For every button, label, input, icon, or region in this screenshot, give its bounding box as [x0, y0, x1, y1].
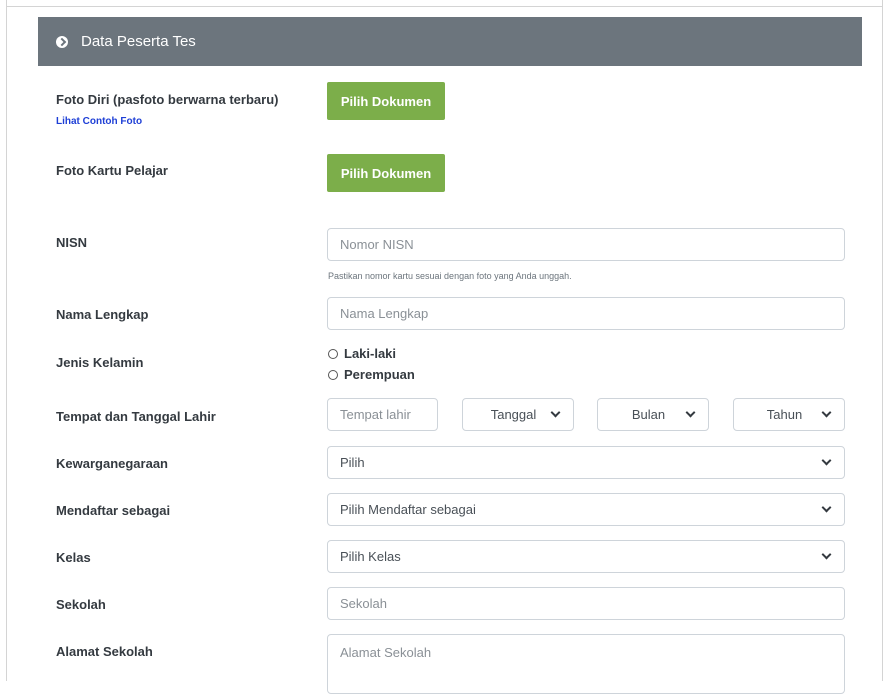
nama-input[interactable]: Nama Lengkap: [327, 297, 845, 330]
foto-diri-upload-button[interactable]: Pilih Dokumen: [327, 82, 445, 120]
jenis-kelamin-label: Jenis Kelamin: [56, 355, 144, 370]
tempat-lahir-input[interactable]: Tempat lahir: [327, 398, 438, 431]
chevron-down-icon: [821, 455, 832, 466]
tanggal-select[interactable]: Tanggal: [462, 398, 574, 431]
foto-diri-label: Foto Diri (pasfoto berwarna terbaru): [56, 92, 279, 107]
radio-laki-laki[interactable]: Laki-laki: [328, 346, 396, 361]
ttl-label: Tempat dan Tanggal Lahir: [56, 409, 216, 424]
lihat-contoh-foto-link[interactable]: Lihat Contoh Foto: [56, 116, 142, 127]
kewarganegaraan-select[interactable]: Pilih: [327, 446, 845, 479]
bulan-select-value: Bulan: [631, 407, 666, 422]
alamat-sekolah-textarea[interactable]: Alamat Sekolah: [327, 634, 845, 694]
nama-label: Nama Lengkap: [56, 307, 149, 322]
frame-border-left: [6, 0, 7, 681]
nisn-placeholder: Nomor NISN: [340, 237, 414, 252]
frame-border-top: [6, 6, 883, 7]
nama-placeholder: Nama Lengkap: [340, 306, 429, 321]
kelas-label: Kelas: [56, 550, 91, 565]
chevron-down-icon: [550, 407, 561, 418]
nisn-input[interactable]: Nomor NISN: [327, 228, 845, 261]
radio-perempuan[interactable]: Perempuan: [328, 367, 415, 382]
panel-header[interactable]: Data Peserta Tes: [38, 17, 862, 66]
chevron-down-icon: [821, 549, 832, 560]
kewarganegaraan-select-value: Pilih: [340, 455, 365, 470]
sekolah-label: Sekolah: [56, 597, 106, 612]
chevron-circle-right-icon: [56, 35, 68, 48]
tanggal-select-value: Tanggal: [490, 407, 537, 422]
mendaftar-select[interactable]: Pilih Mendaftar sebagai: [327, 493, 845, 526]
foto-kartu-label: Foto Kartu Pelajar: [56, 163, 168, 178]
kewarganegaraan-label: Kewarganegaraan: [56, 456, 168, 471]
alamat-sekolah-label: Alamat Sekolah: [56, 644, 153, 659]
kelas-select[interactable]: Pilih Kelas: [327, 540, 845, 573]
radio-circle-icon[interactable]: [328, 348, 338, 359]
frame-border-right: [882, 0, 883, 681]
nisn-label: NISN: [56, 235, 88, 250]
tahun-select-value: Tahun: [766, 407, 803, 422]
panel-title: Data Peserta Tes: [81, 33, 196, 50]
bulan-select[interactable]: Bulan: [597, 398, 709, 431]
mendaftar-label: Mendaftar sebagai: [56, 503, 171, 518]
chevron-down-icon: [821, 407, 832, 418]
foto-kartu-upload-button[interactable]: Pilih Dokumen: [327, 154, 445, 192]
kelas-select-value: Pilih Kelas: [340, 549, 401, 564]
sekolah-placeholder: Sekolah: [340, 596, 387, 611]
alamat-sekolah-placeholder: Alamat Sekolah: [340, 645, 432, 660]
chevron-down-icon: [685, 407, 696, 418]
nisn-help-text: Pastikan nomor kartu sesuai dengan foto …: [328, 271, 572, 281]
radio-perempuan-label: Perempuan: [344, 367, 415, 382]
chevron-down-icon: [821, 502, 832, 513]
sekolah-input[interactable]: Sekolah: [327, 587, 845, 620]
mendaftar-select-value: Pilih Mendaftar sebagai: [340, 502, 476, 517]
tahun-select[interactable]: Tahun: [733, 398, 845, 431]
radio-laki-laki-label: Laki-laki: [344, 346, 397, 361]
radio-circle-icon[interactable]: [328, 369, 338, 380]
tempat-lahir-placeholder: Tempat lahir: [340, 407, 411, 422]
